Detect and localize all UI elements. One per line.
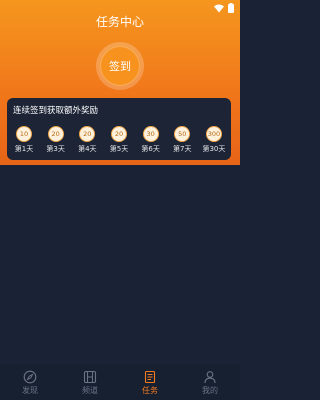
day-label: 第7天 [173, 145, 192, 153]
task-list-icon [144, 370, 156, 384]
streak-day: 20 第4天 [74, 126, 100, 154]
streak-day: 300 第30天 [201, 126, 227, 154]
coin-reward: 20 [110, 126, 127, 142]
wifi-icon [214, 4, 224, 12]
tab-discover[interactable]: 发现 [0, 364, 60, 396]
streak-day: 10 第1天 [11, 126, 37, 154]
coin-reward: 10 [16, 126, 32, 142]
compass-icon [23, 370, 37, 384]
battery-icon [228, 3, 234, 13]
status-bar [214, 2, 234, 14]
streak-bonus-card: 连续签到获取额外奖励 10 第1天 20 第3天 20 第4天 20 第5天 3… [7, 98, 231, 160]
coin-reward: 300 [205, 126, 222, 142]
streak-bonus-title: 连续签到获取额外奖励 [13, 106, 99, 116]
streak-day: 30 第6天 [138, 126, 164, 154]
tab-label: 频道 [82, 386, 98, 395]
streak-days: 10 第1天 20 第3天 20 第4天 20 第5天 30 第6天 50 第7… [11, 126, 227, 154]
day-label: 第4天 [78, 145, 97, 153]
bottom-tab-bar: 发现 频道 任务 我的 [0, 364, 240, 400]
day-label: 第6天 [141, 145, 160, 153]
tab-label: 任务 [142, 386, 158, 395]
streak-day: 50 第7天 [169, 126, 195, 154]
coin-reward: 30 [142, 126, 159, 142]
day-label: 第3天 [46, 145, 65, 153]
coin-reward: 20 [79, 126, 96, 142]
page-title: 任务中心 [95, 15, 144, 29]
streak-day: 20 第5天 [106, 126, 132, 154]
streak-day: 20 第3天 [43, 126, 69, 154]
tab-label: 发现 [22, 386, 38, 395]
tab-tasks[interactable]: 任务 [120, 364, 180, 396]
film-icon [83, 370, 97, 384]
tab-channel[interactable]: 频道 [60, 364, 120, 396]
coin-reward: 20 [47, 126, 64, 142]
day-label: 第30天 [202, 145, 226, 153]
coin-reward: 50 [174, 126, 191, 142]
day-label: 第1天 [14, 145, 34, 153]
day-label: 第5天 [109, 145, 129, 153]
tab-label: 我的 [202, 386, 218, 395]
sign-in-button[interactable]: 签到 [100, 46, 140, 86]
tab-mine[interactable]: 我的 [180, 364, 240, 396]
user-icon [204, 371, 216, 384]
